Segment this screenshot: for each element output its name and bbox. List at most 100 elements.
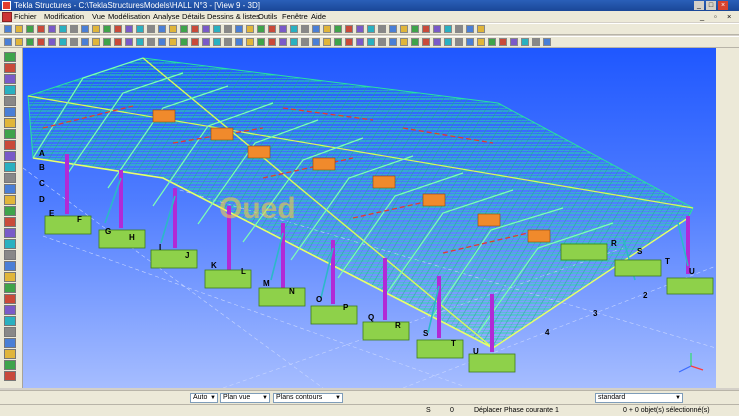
- toolbar-button-icon[interactable]: [59, 38, 67, 46]
- toolbar-button-icon[interactable]: [323, 25, 331, 33]
- toolbar-button-icon[interactable]: [4, 38, 12, 46]
- model-view-3d[interactable]: Oued F G H I J K L M N O P Q R S T U R S…: [23, 48, 716, 388]
- toolbar-button-icon[interactable]: [521, 38, 529, 46]
- side-tool-icon[interactable]: [4, 118, 16, 128]
- toolbar-button-icon[interactable]: [235, 25, 243, 33]
- toolbar-button-icon[interactable]: [422, 38, 430, 46]
- toolbar-button-icon[interactable]: [312, 25, 320, 33]
- toolbar-button-icon[interactable]: [367, 25, 375, 33]
- side-tool-icon[interactable]: [4, 173, 16, 183]
- toolbar-button-icon[interactable]: [81, 38, 89, 46]
- toolbar-button-icon[interactable]: [136, 25, 144, 33]
- toolbar-button-icon[interactable]: [499, 38, 507, 46]
- toolbar-button-icon[interactable]: [224, 38, 232, 46]
- toolbar-button-icon[interactable]: [323, 38, 331, 46]
- menu-fenetre[interactable]: Fenêtre: [282, 11, 308, 22]
- toolbar-button-icon[interactable]: [400, 38, 408, 46]
- toolbar-button-icon[interactable]: [334, 38, 342, 46]
- side-tool-icon[interactable]: [4, 140, 16, 150]
- side-tool-icon[interactable]: [4, 338, 16, 348]
- toolbar-button-icon[interactable]: [466, 38, 474, 46]
- toolbar-button-icon[interactable]: [147, 38, 155, 46]
- toolbar-button-icon[interactable]: [59, 25, 67, 33]
- side-tool-icon[interactable]: [4, 74, 16, 84]
- menu-outils[interactable]: Outils: [258, 11, 277, 22]
- toolbar-button-icon[interactable]: [367, 38, 375, 46]
- toolbar-button-icon[interactable]: [224, 25, 232, 33]
- document-icon[interactable]: [2, 12, 12, 22]
- toolbar-button-icon[interactable]: [543, 38, 551, 46]
- toolbar-button-icon[interactable]: [81, 25, 89, 33]
- toolbar-button-icon[interactable]: [202, 38, 210, 46]
- toolbar-button-icon[interactable]: [26, 25, 34, 33]
- toolbar-button-icon[interactable]: [290, 25, 298, 33]
- side-tool-icon[interactable]: [4, 151, 16, 161]
- side-tool-icon[interactable]: [4, 162, 16, 172]
- toolbar-button-icon[interactable]: [125, 38, 133, 46]
- menu-vue[interactable]: Vue: [92, 11, 105, 22]
- side-tool-icon[interactable]: [4, 327, 16, 337]
- maximize-button[interactable]: □: [706, 1, 716, 10]
- window-minimize-icon[interactable]: _: [700, 11, 704, 22]
- toolbar-button-icon[interactable]: [180, 25, 188, 33]
- toolbar-button-icon[interactable]: [48, 25, 56, 33]
- toolbar-button-icon[interactable]: [411, 25, 419, 33]
- menu-dessins-listes[interactable]: Dessins & listes: [207, 11, 260, 22]
- toolbar-button-icon[interactable]: [356, 25, 364, 33]
- toolbar-button-icon[interactable]: [114, 25, 122, 33]
- menu-details[interactable]: Détails: [182, 11, 205, 22]
- side-tool-icon[interactable]: [4, 239, 16, 249]
- side-tool-icon[interactable]: [4, 217, 16, 227]
- menu-analyse[interactable]: Analyse: [153, 11, 180, 22]
- toolbar-button-icon[interactable]: [312, 38, 320, 46]
- toolbar-button-icon[interactable]: [433, 38, 441, 46]
- toolbar-button-icon[interactable]: [202, 25, 210, 33]
- side-tool-icon[interactable]: [4, 195, 16, 205]
- model-canvas[interactable]: Oued F G H I J K L M N O P Q R S T U R S…: [23, 48, 716, 388]
- side-tool-icon[interactable]: [4, 349, 16, 359]
- toolbar-button-icon[interactable]: [92, 38, 100, 46]
- toolbar-button-icon[interactable]: [147, 25, 155, 33]
- side-tool-icon[interactable]: [4, 52, 16, 62]
- side-tool-icon[interactable]: [4, 360, 16, 370]
- toolbar-button-icon[interactable]: [345, 38, 353, 46]
- toolbar-button-icon[interactable]: [180, 38, 188, 46]
- toolbar-button-icon[interactable]: [268, 38, 276, 46]
- toolbar-button-icon[interactable]: [345, 25, 353, 33]
- toolbar-button-icon[interactable]: [477, 25, 485, 33]
- side-tool-icon[interactable]: [4, 272, 16, 282]
- menu-modelisation[interactable]: Modélisation: [108, 11, 150, 22]
- toolbar-button-icon[interactable]: [389, 25, 397, 33]
- toolbar-button-icon[interactable]: [389, 38, 397, 46]
- toolbar-button-icon[interactable]: [114, 38, 122, 46]
- toolbar-button-icon[interactable]: [510, 38, 518, 46]
- menu-aide[interactable]: Aide: [311, 11, 326, 22]
- toolbar-button-icon[interactable]: [169, 38, 177, 46]
- side-tool-icon[interactable]: [4, 250, 16, 260]
- toolbar-button-icon[interactable]: [400, 25, 408, 33]
- minimize-button[interactable]: _: [694, 1, 704, 10]
- toolbar-button-icon[interactable]: [279, 38, 287, 46]
- toolbar-button-icon[interactable]: [268, 25, 276, 33]
- toolbar-button-icon[interactable]: [246, 38, 254, 46]
- toolbar-button-icon[interactable]: [334, 25, 342, 33]
- side-tool-icon[interactable]: [4, 294, 16, 304]
- toolbar-button-icon[interactable]: [103, 25, 111, 33]
- toolbar-button-icon[interactable]: [532, 38, 540, 46]
- side-tool-icon[interactable]: [4, 206, 16, 216]
- snap-mode-select[interactable]: Auto ▼: [190, 393, 218, 403]
- toolbar-button-icon[interactable]: [158, 38, 166, 46]
- toolbar-button-icon[interactable]: [433, 25, 441, 33]
- toolbar-button-icon[interactable]: [455, 25, 463, 33]
- toolbar-button-icon[interactable]: [257, 25, 265, 33]
- toolbar-button-icon[interactable]: [48, 38, 56, 46]
- side-tool-icon[interactable]: [4, 85, 16, 95]
- toolbar-button-icon[interactable]: [356, 38, 364, 46]
- side-tool-icon[interactable]: [4, 228, 16, 238]
- toolbar-button-icon[interactable]: [213, 38, 221, 46]
- side-tool-icon[interactable]: [4, 96, 16, 106]
- toolbar-button-icon[interactable]: [169, 25, 177, 33]
- side-tool-icon[interactable]: [4, 316, 16, 326]
- selection-filter-select[interactable]: standard ▼: [595, 393, 683, 403]
- toolbar-button-icon[interactable]: [15, 25, 23, 33]
